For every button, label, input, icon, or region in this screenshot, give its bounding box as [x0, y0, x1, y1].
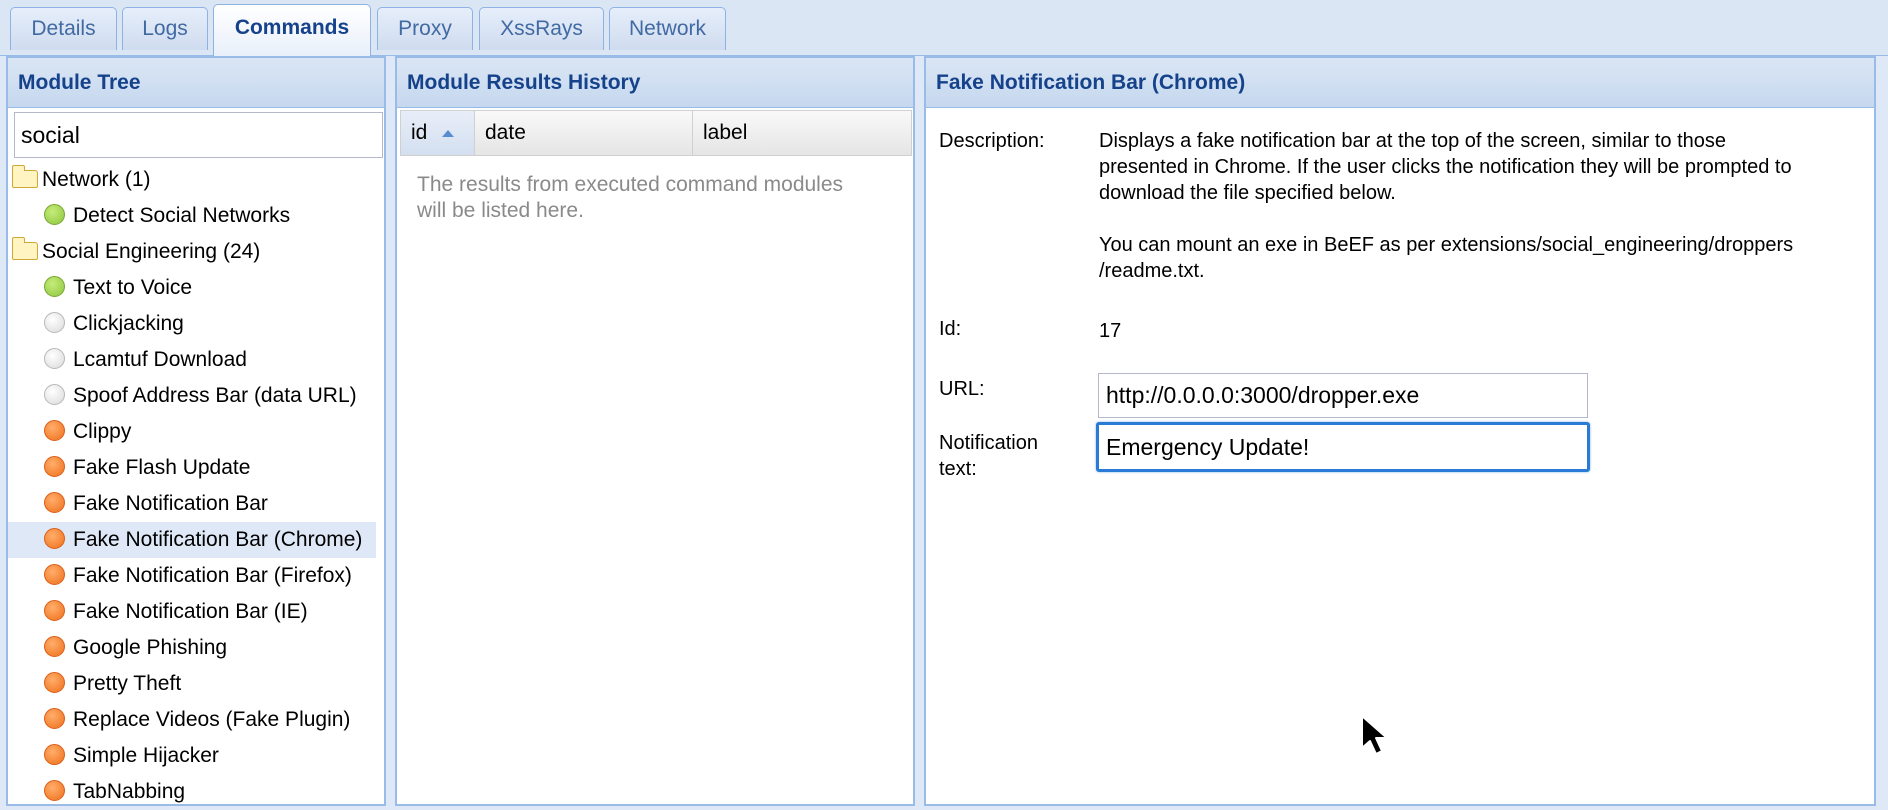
mouse-pointer-icon: [1361, 715, 1388, 755]
tree-module[interactable]: Pretty Theft: [8, 666, 388, 702]
id-value: 17: [1099, 320, 1122, 342]
tree-item-label: Fake Notification Bar: [73, 492, 268, 515]
notification-text-input[interactable]: [1096, 422, 1590, 472]
tab-xssrays[interactable]: XssRays: [479, 7, 604, 50]
module-detail-title: Fake Notification Bar (Chrome): [926, 58, 1874, 108]
column-header-label[interactable]: label: [693, 111, 911, 155]
module-detail-panel: Fake Notification Bar (Chrome) Descripti…: [924, 56, 1876, 806]
description-text-line-5: /readme.txt.: [1099, 260, 1205, 282]
column-header-id[interactable]: id: [401, 111, 475, 155]
tree-module[interactable]: Fake Notification Bar: [8, 486, 388, 522]
tree-item-label: TabNabbing: [73, 780, 186, 803]
tree-module[interactable]: Simple Hijacker: [8, 738, 388, 774]
tree-item-label: Network (1): [42, 168, 151, 191]
tree-item-label: Text to Voice: [73, 276, 193, 299]
tree-item-label: Clippy: [73, 420, 132, 443]
tab-strip: Details Logs Commands Proxy XssRays Netw…: [0, 0, 1888, 56]
status-grey-icon: [44, 384, 65, 405]
folder-icon: [12, 165, 38, 188]
tab-commands[interactable]: Commands: [213, 4, 371, 56]
tree-module-selected[interactable]: Fake Notification Bar (Chrome): [8, 522, 376, 558]
tab-details[interactable]: Details: [10, 7, 117, 50]
status-grey-icon: [44, 348, 65, 369]
tree-module[interactable]: Clippy: [8, 414, 388, 450]
description-label: Description:: [939, 130, 1045, 152]
tree-module[interactable]: Spoof Address Bar (data URL): [8, 378, 388, 414]
id-label: Id:: [939, 318, 962, 340]
tree-module[interactable]: Fake Notification Bar (Firefox): [8, 558, 388, 594]
tree-module[interactable]: Clickjacking: [8, 306, 388, 342]
tree-item-label: Lcamtuf Download: [73, 348, 247, 371]
column-header-date[interactable]: date: [475, 111, 693, 155]
description-text-line-2: presented in Chrome. If the user clicks …: [1099, 156, 1792, 178]
results-history-panel: Module Results History id date label The…: [395, 56, 915, 806]
tab-logs[interactable]: Logs: [122, 7, 208, 50]
status-orange-icon: [44, 564, 65, 585]
status-orange-icon: [44, 636, 65, 657]
tree-item-label: Clickjacking: [73, 312, 184, 335]
tree-item-label: Replace Videos (Fake Plugin): [73, 708, 351, 731]
results-history-title: Module Results History: [397, 58, 913, 108]
tree-module[interactable]: TabNabbing: [8, 774, 388, 810]
url-label: URL:: [939, 378, 985, 400]
tree-category[interactable]: Social Engineering (24): [8, 234, 388, 270]
tree-item-label: Fake Notification Bar (Firefox): [73, 564, 352, 587]
tab-network[interactable]: Network: [609, 7, 726, 50]
status-green-icon: [44, 276, 65, 297]
module-search-input[interactable]: [14, 112, 383, 158]
tree-module[interactable]: Text to Voice: [8, 270, 388, 306]
status-orange-icon: [44, 672, 65, 693]
tree-module[interactable]: Fake Flash Update: [8, 450, 388, 486]
url-input[interactable]: [1098, 373, 1588, 418]
module-tree-title: Module Tree: [8, 58, 384, 108]
sort-ascending-icon: [442, 130, 455, 137]
tab-proxy[interactable]: Proxy: [377, 7, 473, 50]
tree-item-label: Social Engineering (24): [42, 240, 261, 263]
tree-item-label: Spoof Address Bar (data URL): [73, 384, 357, 407]
tree-item-label: Detect Social Networks: [73, 204, 291, 227]
description-text-line-3: download the file specified below.: [1099, 182, 1396, 204]
status-orange-icon: [44, 780, 65, 801]
status-orange-icon: [44, 744, 65, 765]
results-grid-header: id date label: [400, 110, 912, 156]
tree-item-label: Fake Notification Bar (IE): [73, 600, 308, 623]
status-orange-icon: [44, 600, 65, 621]
notification-text-label-line-2: text:: [939, 458, 977, 480]
tree-module[interactable]: Replace Videos (Fake Plugin): [8, 702, 388, 738]
folder-icon: [12, 237, 38, 260]
column-label-id: id: [411, 121, 428, 144]
description-text-line-4: You can mount an exe in BeEF as per exte…: [1099, 234, 1794, 256]
tree-item-label: Pretty Theft: [73, 672, 182, 695]
status-grey-icon: [44, 312, 65, 333]
tree-module[interactable]: Google Phishing: [8, 630, 388, 666]
tree-module[interactable]: Fake Notification Bar (IE): [8, 594, 388, 630]
tree-item-label: Google Phishing: [73, 636, 228, 659]
tree-category[interactable]: Network (1): [8, 162, 388, 198]
tree-module[interactable]: Detect Social Networks: [8, 198, 388, 234]
status-orange-icon: [44, 492, 65, 513]
description-text-line-1: Displays a fake notification bar at the …: [1099, 130, 1726, 152]
notification-text-label-line-1: Notification: [939, 432, 1038, 454]
tree-item-label: Simple Hijacker: [73, 744, 219, 767]
status-orange-icon: [44, 708, 65, 729]
tree-module[interactable]: Lcamtuf Download: [8, 342, 388, 378]
status-green-icon: [44, 204, 65, 225]
tree-item-label: Fake Notification Bar (Chrome): [73, 528, 363, 551]
status-orange-icon: [44, 528, 65, 549]
status-orange-icon: [44, 420, 65, 441]
empty-results-message: The results from executed command module…: [417, 173, 844, 222]
status-orange-icon: [44, 456, 65, 477]
module-tree: Network (1) Detect Social Networks Social …: [8, 162, 388, 810]
tree-item-label: Fake Flash Update: [73, 456, 251, 479]
module-tree-panel: Module Tree Network (1) Detect Social Net…: [6, 56, 386, 806]
